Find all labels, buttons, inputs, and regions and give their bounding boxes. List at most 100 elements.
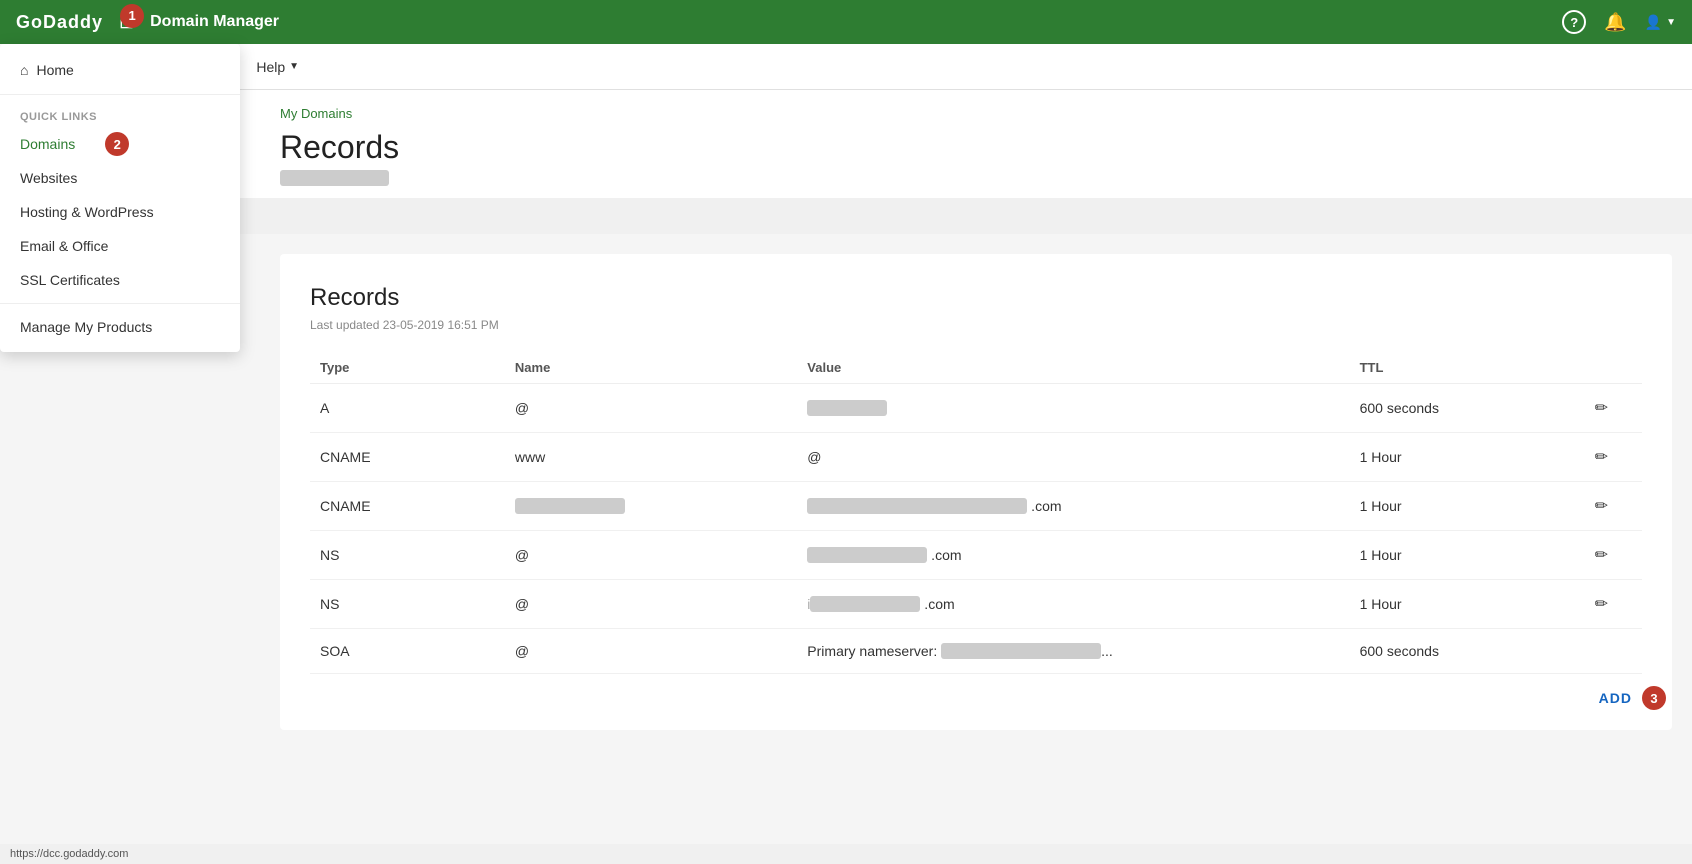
record-ttl: 1 Hour bbox=[1350, 531, 1561, 580]
table-row: A @ 600 seconds ✏ bbox=[310, 384, 1642, 433]
record-edit[interactable]: ✏ bbox=[1561, 580, 1642, 629]
dropdown-item-email[interactable]: Email & Office bbox=[0, 229, 240, 263]
record-edit[interactable]: ✏ bbox=[1561, 482, 1642, 531]
record-name: @ bbox=[505, 580, 797, 629]
page-title: Records bbox=[280, 129, 1652, 166]
record-edit bbox=[1561, 629, 1642, 674]
record-type: CNAME bbox=[310, 482, 505, 531]
record-value bbox=[797, 384, 1349, 433]
page-header: My Domains Records A██████████ bbox=[240, 90, 1692, 198]
record-type: SOA bbox=[310, 629, 505, 674]
blurred-value bbox=[807, 498, 1027, 514]
websites-label: Websites bbox=[20, 170, 77, 186]
record-type: NS bbox=[310, 580, 505, 629]
quick-links-label: QUICK LINKS bbox=[0, 101, 240, 127]
help-icon[interactable]: ? bbox=[1562, 10, 1586, 34]
edit-icon[interactable]: ✏ bbox=[1595, 547, 1608, 564]
dropdown-item-ssl[interactable]: SSL Certificates bbox=[0, 263, 240, 297]
dropdown-divider-2 bbox=[0, 303, 240, 304]
record-name: www bbox=[505, 433, 797, 482]
hosting-label: Hosting & WordPress bbox=[20, 204, 154, 220]
quick-links-dropdown: ⌂ Home QUICK LINKS Domains 2 Websites Ho… bbox=[0, 44, 240, 352]
edit-icon[interactable]: ✏ bbox=[1595, 449, 1608, 466]
record-edit[interactable]: ✏ bbox=[1561, 531, 1642, 580]
footer-url: https://dcc.godaddy.com bbox=[0, 844, 1692, 864]
record-name: @ bbox=[505, 629, 797, 674]
blurred-value bbox=[941, 643, 1101, 659]
col-action bbox=[1561, 352, 1642, 384]
step-badge-1: 1 bbox=[120, 4, 144, 28]
step-badge-3: 3 bbox=[1642, 686, 1666, 710]
blurred-name bbox=[515, 498, 625, 514]
notification-icon[interactable]: 🔔 bbox=[1604, 12, 1626, 33]
record-ttl: 600 seconds bbox=[1350, 629, 1561, 674]
dropdown-item-hosting[interactable]: Hosting & WordPress bbox=[0, 195, 240, 229]
home-icon: ⌂ bbox=[20, 62, 28, 78]
table-row: NS @ i .com 1 Hour ✏ bbox=[310, 580, 1642, 629]
topbar: GoDaddy ⊞ 1 Domain Manager ? 🔔 👤 ▼ bbox=[0, 0, 1692, 44]
domains-label: Domains bbox=[20, 136, 75, 152]
subnav: D DNS ▼ Settings ▼ Help ▼ bbox=[0, 44, 1692, 90]
dropdown-item-websites[interactable]: Websites bbox=[0, 161, 240, 195]
blurred-value bbox=[807, 547, 927, 563]
dropdown-item-domains[interactable]: Domains 2 bbox=[0, 127, 95, 161]
record-name bbox=[505, 482, 797, 531]
records-section: Records Last updated 23-05-2019 16:51 PM… bbox=[280, 254, 1672, 730]
grey-separator bbox=[240, 198, 1692, 234]
ssl-label: SSL Certificates bbox=[20, 272, 120, 288]
grid-icon[interactable]: ⊞ 1 bbox=[119, 12, 134, 33]
topbar-right: ? 🔔 👤 ▼ bbox=[1562, 10, 1676, 34]
dropdown-item-manage[interactable]: Manage My Products bbox=[0, 310, 240, 344]
app-name: Domain Manager bbox=[150, 13, 279, 31]
col-ttl: TTL bbox=[1350, 352, 1561, 384]
blurred-value bbox=[807, 400, 887, 416]
add-record-row: ADD 3 bbox=[310, 674, 1642, 710]
dropdown-home[interactable]: ⌂ Home bbox=[0, 52, 240, 88]
edit-icon[interactable]: ✏ bbox=[1595, 498, 1608, 515]
edit-icon[interactable]: ✏ bbox=[1595, 400, 1608, 417]
table-row: CNAME .com 1 Hour ✏ bbox=[310, 482, 1642, 531]
col-value: Value bbox=[797, 352, 1349, 384]
record-edit[interactable]: ✏ bbox=[1561, 384, 1642, 433]
home-label: Home bbox=[36, 62, 73, 78]
table-header-row: Type Name Value TTL bbox=[310, 352, 1642, 384]
records-updated: Last updated 23-05-2019 16:51 PM bbox=[310, 318, 1642, 332]
help-label: Help bbox=[256, 59, 285, 75]
breadcrumb[interactable]: My Domains bbox=[280, 106, 1652, 121]
record-edit[interactable]: ✏ bbox=[1561, 433, 1642, 482]
add-badge-wrap: ADD 3 bbox=[1599, 690, 1632, 706]
record-type: A bbox=[310, 384, 505, 433]
table-row: NS @ .com 1 Hour ✏ bbox=[310, 531, 1642, 580]
record-value: .com bbox=[797, 482, 1349, 531]
domain-name-blurred: A██████████ bbox=[280, 170, 389, 186]
add-record-button[interactable]: ADD bbox=[1599, 690, 1632, 706]
record-type: CNAME bbox=[310, 433, 505, 482]
record-ttl: 1 Hour bbox=[1350, 580, 1561, 629]
user-icon: 👤 bbox=[1645, 14, 1662, 31]
record-value: i .com bbox=[797, 580, 1349, 629]
page-subtitle: A██████████ bbox=[280, 170, 1652, 198]
help-chevron: ▼ bbox=[289, 61, 299, 72]
record-type: NS bbox=[310, 531, 505, 580]
col-type: Type bbox=[310, 352, 505, 384]
table-row: CNAME www @ 1 Hour ✏ bbox=[310, 433, 1642, 482]
step-badge-2: 2 bbox=[105, 132, 129, 156]
user-menu[interactable]: 👤 ▼ bbox=[1645, 14, 1676, 31]
record-ttl: 600 seconds bbox=[1350, 384, 1561, 433]
godaddy-logo: GoDaddy bbox=[16, 12, 103, 33]
record-name: @ bbox=[505, 384, 797, 433]
records-title: Records bbox=[310, 284, 1642, 312]
blurred-value bbox=[810, 596, 920, 612]
subnav-help[interactable]: Help ▼ bbox=[242, 44, 313, 90]
record-ttl: 1 Hour bbox=[1350, 433, 1561, 482]
edit-icon[interactable]: ✏ bbox=[1595, 596, 1608, 613]
col-name: Name bbox=[505, 352, 797, 384]
user-chevron: ▼ bbox=[1666, 17, 1676, 28]
dns-table: Type Name Value TTL A @ 600 seconds ✏ bbox=[310, 352, 1642, 674]
record-name: @ bbox=[505, 531, 797, 580]
record-value: Primary nameserver: ... bbox=[797, 629, 1349, 674]
dropdown-divider-1 bbox=[0, 94, 240, 95]
manage-label: Manage My Products bbox=[20, 319, 152, 335]
record-value: @ bbox=[797, 433, 1349, 482]
email-label: Email & Office bbox=[20, 238, 108, 254]
